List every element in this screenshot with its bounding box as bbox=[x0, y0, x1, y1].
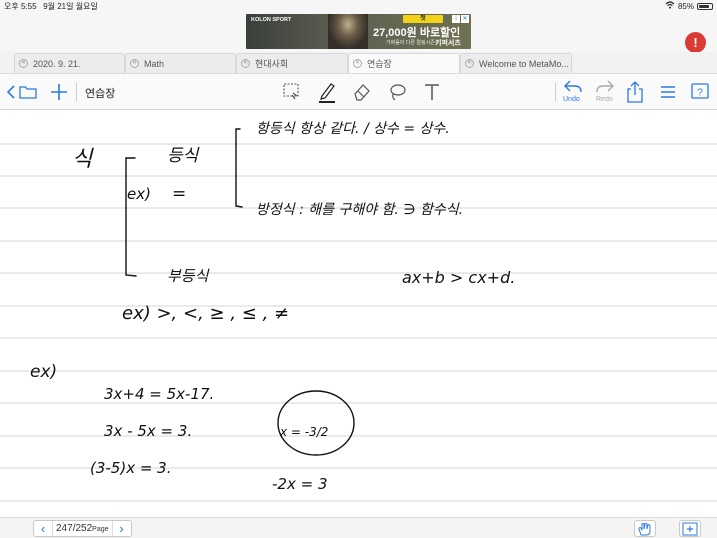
ruled-lines bbox=[0, 143, 717, 502]
tab-2020-9-21[interactable]: ✕ 2020. 9. 21. bbox=[14, 53, 125, 73]
help-icon[interactable]: ? bbox=[689, 81, 711, 103]
ad-badge: 첫 bbox=[403, 15, 443, 23]
pen-icon[interactable] bbox=[316, 80, 338, 104]
answer-circle bbox=[277, 390, 355, 456]
folder-icon[interactable] bbox=[18, 83, 38, 101]
tab-welcome[interactable]: ✕ Welcome to MetaMo... bbox=[460, 53, 572, 73]
page-indicator[interactable]: 247/252Page bbox=[52, 521, 113, 536]
battery-percent: 85% bbox=[677, 1, 694, 11]
handwriting-step2: 3x - 5x = 3. bbox=[104, 422, 192, 440]
document-title: 연습장 bbox=[85, 88, 116, 100]
status-bar: 오후 5:55 9월 21일 월요일 85% bbox=[0, 0, 717, 12]
tab-math[interactable]: ✕ Math bbox=[125, 53, 236, 73]
ad-banner[interactable]: KOLON SPORT 첫 27,000원 바로할인 가벼움이 다른 컬링시즌 … bbox=[246, 14, 471, 49]
tab-label: Math bbox=[144, 58, 165, 69]
back-chevron-icon[interactable] bbox=[6, 83, 16, 101]
status-datetime: 오후 5:55 9월 21일 월요일 bbox=[4, 1, 98, 12]
handwriting-equation: 등식 bbox=[167, 146, 200, 166]
add-page-icon[interactable] bbox=[679, 520, 701, 537]
ad-subtext: 가벼움이 다른 컬링시즌 bbox=[386, 40, 435, 46]
ad-brand: KOLON SPORT bbox=[251, 17, 292, 23]
handwriting-step3: (3-5)x = 3. bbox=[90, 459, 172, 477]
handwriting-answer: x = -3/2 bbox=[279, 425, 328, 439]
handwriting-inequality-example: ax+b > cx+d. bbox=[402, 268, 515, 287]
redo-label[interactable]: Redo bbox=[596, 96, 613, 103]
svg-text:?: ? bbox=[697, 88, 703, 99]
ad-brand-secondary: 키퍼서츠 bbox=[435, 40, 461, 47]
ad-close-icon[interactable]: ✕ bbox=[461, 15, 469, 23]
undo-icon[interactable] bbox=[563, 78, 583, 96]
tab-practice[interactable]: ✕ 연습장 bbox=[348, 53, 460, 73]
status-indicators: 85% bbox=[665, 1, 713, 11]
document-tabs: ✕ 2020. 9. 21. ✕ Math ✕ 현대사회 ✕ 연습장 ✕ Wel… bbox=[0, 52, 717, 74]
eraser-icon[interactable] bbox=[351, 81, 373, 103]
handwriting-ex3: ex) bbox=[30, 362, 57, 382]
page-total: 252 bbox=[75, 523, 93, 534]
close-icon[interactable]: ✕ bbox=[130, 59, 139, 68]
close-icon[interactable]: ✕ bbox=[19, 59, 28, 68]
tab-label: Welcome to MetaMo... bbox=[479, 58, 569, 69]
bracket-right bbox=[235, 128, 243, 208]
handwriting-ex1: ex) bbox=[127, 185, 151, 203]
ad-info-icon[interactable]: i bbox=[452, 15, 460, 23]
status-date: 9월 21일 월요일 bbox=[43, 2, 98, 11]
ad-controls: i ✕ bbox=[452, 15, 469, 23]
page-current: 247 bbox=[56, 523, 73, 534]
handwriting-canvas[interactable]: 식 등식 = ex) 항등식 항상 같다. / 상수 = 상수. 방정식 : 해… bbox=[0, 111, 717, 517]
handwriting-side: -2x = 3 bbox=[272, 475, 327, 493]
handwriting-conditional: 방정식 : 해를 구해야 함. ∋ 함수식. bbox=[256, 202, 463, 218]
handwriting-identity: 항등식 항상 같다. / 상수 = 상수. bbox=[256, 121, 450, 137]
wifi-icon bbox=[665, 1, 675, 11]
handwriting-ex2: ex) >, <, ≥ , ≤ , ≠ bbox=[122, 303, 289, 324]
handwriting-equals: = bbox=[172, 184, 186, 204]
close-icon[interactable]: ✕ bbox=[353, 59, 362, 68]
ad-photo bbox=[328, 14, 368, 49]
lasso-select-icon[interactable] bbox=[281, 81, 303, 103]
next-page-icon[interactable]: › bbox=[113, 521, 131, 536]
tab-modern-society[interactable]: ✕ 현대사회 bbox=[236, 53, 348, 73]
hand-scroll-icon[interactable] bbox=[634, 520, 656, 537]
handwriting-step1: 3x+4 = 5x-17. bbox=[104, 385, 214, 403]
record-button[interactable]: ! bbox=[685, 32, 706, 53]
list-icon[interactable] bbox=[658, 82, 678, 102]
tab-label: 연습장 bbox=[367, 59, 392, 69]
battery-icon bbox=[697, 2, 713, 10]
status-time: 오후 5:55 bbox=[4, 2, 37, 11]
ad-area: KOLON SPORT 첫 27,000원 바로할인 가벼움이 다른 컬링시즌 … bbox=[0, 12, 717, 53]
handwriting-inequality: 부등식 bbox=[167, 267, 210, 285]
toolbar-divider bbox=[555, 83, 556, 101]
bottom-bar: ‹ 247/252Page › bbox=[0, 517, 717, 538]
redo-icon[interactable] bbox=[595, 78, 615, 96]
toolbar: 연습장 Undo Redo ? bbox=[0, 74, 717, 110]
tab-label: 2020. 9. 21. bbox=[33, 58, 81, 69]
handwriting-sik: 식 bbox=[72, 147, 94, 172]
tab-label: 현대사회 bbox=[255, 59, 289, 69]
page-suffix: Page bbox=[92, 526, 109, 533]
toolbar-divider bbox=[76, 83, 77, 101]
note-page[interactable]: 식 등식 = ex) 항등식 항상 같다. / 상수 = 상수. 방정식 : 해… bbox=[0, 111, 717, 517]
close-icon[interactable]: ✕ bbox=[241, 59, 250, 68]
close-icon[interactable]: ✕ bbox=[465, 59, 474, 68]
text-tool-icon[interactable] bbox=[421, 81, 443, 103]
lasso-icon[interactable] bbox=[386, 81, 408, 103]
prev-page-icon[interactable]: ‹ bbox=[34, 521, 52, 536]
add-icon[interactable] bbox=[49, 82, 69, 102]
undo-label[interactable]: Undo bbox=[563, 96, 580, 103]
page-navigator: ‹ 247/252Page › bbox=[33, 520, 132, 537]
share-icon[interactable] bbox=[625, 80, 645, 104]
